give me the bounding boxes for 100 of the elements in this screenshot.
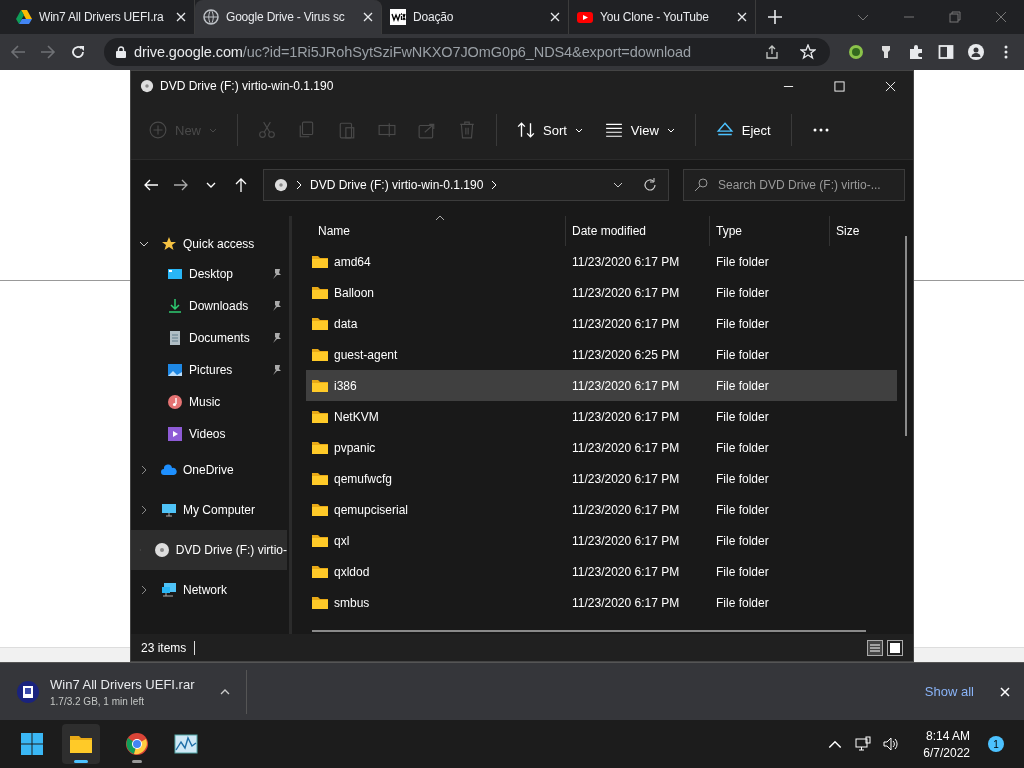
file-row[interactable]: qemufwcfg 11/23/2020 6:17 PM File folder xyxy=(306,463,897,494)
type-cell-text: File folder xyxy=(715,471,770,486)
file-row[interactable]: qxldod 11/23/2020 6:17 PM File folder xyxy=(306,556,897,587)
nav-item[interactable]: Videos xyxy=(131,418,287,450)
globe-icon xyxy=(203,9,219,25)
file-name: i386 xyxy=(334,378,357,393)
eject-button[interactable]: Eject xyxy=(705,113,781,147)
nav-item[interactable]: Network xyxy=(131,570,287,610)
show-all-link[interactable]: Show all xyxy=(918,680,980,703)
date-cell-text: 11/23/2020 6:17 PM xyxy=(571,378,681,393)
page-scrollbar[interactable] xyxy=(914,647,1024,662)
network-icon xyxy=(161,582,177,598)
view-button[interactable]: View xyxy=(594,113,685,147)
expand-chevron-icon[interactable] xyxy=(139,585,149,595)
page-scrollbar[interactable] xyxy=(0,647,130,662)
computer-icon xyxy=(161,502,177,518)
maximize-icon[interactable] xyxy=(834,80,845,92)
file-row[interactable]: Balloon 11/23/2020 6:17 PM File folder xyxy=(306,277,897,308)
file-name: smbus xyxy=(334,595,370,610)
file-name: amd64 xyxy=(334,254,371,269)
tiles-view-icon[interactable] xyxy=(887,639,903,656)
file-row[interactable]: qemupciserial 11/23/2020 6:17 PM File folder xyxy=(306,494,897,525)
folder-icon xyxy=(312,565,328,578)
date-cell-text: 11/23/2020 6:17 PM xyxy=(571,285,681,300)
nav-item[interactable]: Pictures xyxy=(131,354,287,386)
column-header[interactable]: Size xyxy=(830,216,897,246)
path-field[interactable]: DVD Drive (F:) virtio-win-0.1.190 xyxy=(263,169,669,201)
file-name: NetKVM xyxy=(334,409,379,424)
restore-icon[interactable] xyxy=(949,11,961,23)
nav-item[interactable]: Downloads xyxy=(131,290,287,322)
folder-icon xyxy=(312,348,328,361)
details-view-icon[interactable] xyxy=(867,639,883,656)
date-cell-text: 11/23/2020 6:25 PM xyxy=(571,347,681,362)
type-cell-text: File folder xyxy=(715,316,770,331)
file-row[interactable]: data 11/23/2020 6:17 PM File folder xyxy=(306,308,897,339)
disc-icon xyxy=(153,542,170,558)
file-row[interactable]: NetKVM 11/23/2020 6:17 PM File folder xyxy=(306,401,897,432)
caret-icon xyxy=(209,127,217,133)
nav-item[interactable]: My Computer xyxy=(131,490,287,530)
file-name: Balloon xyxy=(334,285,375,300)
date-cell-text: 11/23/2020 6:17 PM xyxy=(571,502,681,517)
volume-icon[interactable] xyxy=(883,736,900,752)
item-count: 23 items xyxy=(141,640,196,655)
new-tab-icon[interactable] xyxy=(768,10,782,24)
tab-title: Doação xyxy=(413,10,455,24)
documents-icon xyxy=(167,330,183,346)
nav-item[interactable]: Quick access xyxy=(131,230,287,258)
type-cell-text: File folder xyxy=(715,440,770,455)
file-row[interactable]: i386 11/23/2020 6:17 PM File folder xyxy=(306,370,897,401)
lock-icon xyxy=(116,46,126,58)
sort-button[interactable]: Sort xyxy=(507,113,593,147)
address-bar[interactable]: drive.google.com/uc?id=1Ri5JRohSytSziFwNKXO7JOmG0p6_NDS4&export=download xyxy=(104,38,830,66)
cloud-icon xyxy=(161,462,177,478)
notification-badge[interactable]: 1 xyxy=(988,736,1004,752)
search-field[interactable]: Search DVD Drive (F:) virtio-... xyxy=(683,169,905,201)
network-icon[interactable] xyxy=(855,736,872,752)
date-cell-text: 11/23/2020 6:17 PM xyxy=(571,254,681,269)
file-row[interactable]: smbus 11/23/2020 6:17 PM File folder xyxy=(306,587,897,618)
expand-chevron-icon[interactable] xyxy=(139,505,149,515)
column-header[interactable]: Date modified xyxy=(566,216,710,246)
download-filename: Win7 All Drivers UEFI.rar xyxy=(50,676,196,692)
start-icon[interactable] xyxy=(20,732,44,756)
scrollbar-thumb[interactable] xyxy=(905,236,907,436)
date-cell-text: 11/23/2020 6:17 PM xyxy=(571,409,681,424)
file-name: qxl xyxy=(334,533,350,548)
download-item[interactable]: Win7 All Drivers UEFI.rar 1.7/3.2 GB, 1 min left xyxy=(0,669,247,714)
file-row[interactable]: guest-agent 11/23/2020 6:25 PM File folder xyxy=(306,339,897,370)
clock-time[interactable]: 8:14 AM xyxy=(925,728,970,743)
window-title: DVD Drive (F:) virtio-win-0.1.190 xyxy=(160,79,334,93)
nav-item[interactable]: Desktop xyxy=(131,258,287,290)
folder-icon xyxy=(312,441,328,454)
chart-app-icon[interactable] xyxy=(174,732,198,756)
download-size-text: 1.7/3.2 GB, 1 min left xyxy=(50,695,145,707)
date-cell-text: 11/23/2020 6:17 PM xyxy=(571,564,681,579)
file-row[interactable]: amd64 11/23/2020 6:17 PM File folder xyxy=(306,246,897,277)
clock-date[interactable]: 6/7/2022 xyxy=(923,745,970,760)
scrollbar-thumb[interactable] xyxy=(312,630,866,632)
folder-icon xyxy=(312,472,328,485)
file-explorer-taskbar-button[interactable] xyxy=(62,724,100,764)
date-cell-text: 11/23/2020 6:17 PM xyxy=(571,595,681,610)
folder-icon xyxy=(312,286,328,299)
folder-icon xyxy=(312,503,328,516)
nav-item[interactable]: DVD Drive (F:) virtio- xyxy=(131,530,287,570)
play-logo-icon xyxy=(577,9,593,25)
column-header[interactable]: Type xyxy=(710,216,830,246)
chevron-icon xyxy=(491,180,498,190)
file-row[interactable]: pvpanic 11/23/2020 6:17 PM File folder xyxy=(306,432,897,463)
collapse-chevron-icon[interactable] xyxy=(139,239,149,249)
nav-item[interactable]: Music xyxy=(131,386,287,418)
nav-item[interactable]: OneDrive xyxy=(131,450,287,490)
caret-icon[interactable] xyxy=(220,688,230,695)
folder-icon xyxy=(312,317,328,330)
star-icon xyxy=(161,236,177,252)
disc-icon xyxy=(274,178,288,192)
sort-caret-icon xyxy=(435,216,445,221)
file-row[interactable]: qxl 11/23/2020 6:17 PM File folder xyxy=(306,525,897,556)
nav-item[interactable]: Documents xyxy=(131,322,287,354)
browser-tab[interactable]: Google Drive - Virus sc xyxy=(195,0,382,34)
expand-chevron-icon[interactable] xyxy=(139,465,149,475)
column-header[interactable]: Name xyxy=(294,216,566,246)
